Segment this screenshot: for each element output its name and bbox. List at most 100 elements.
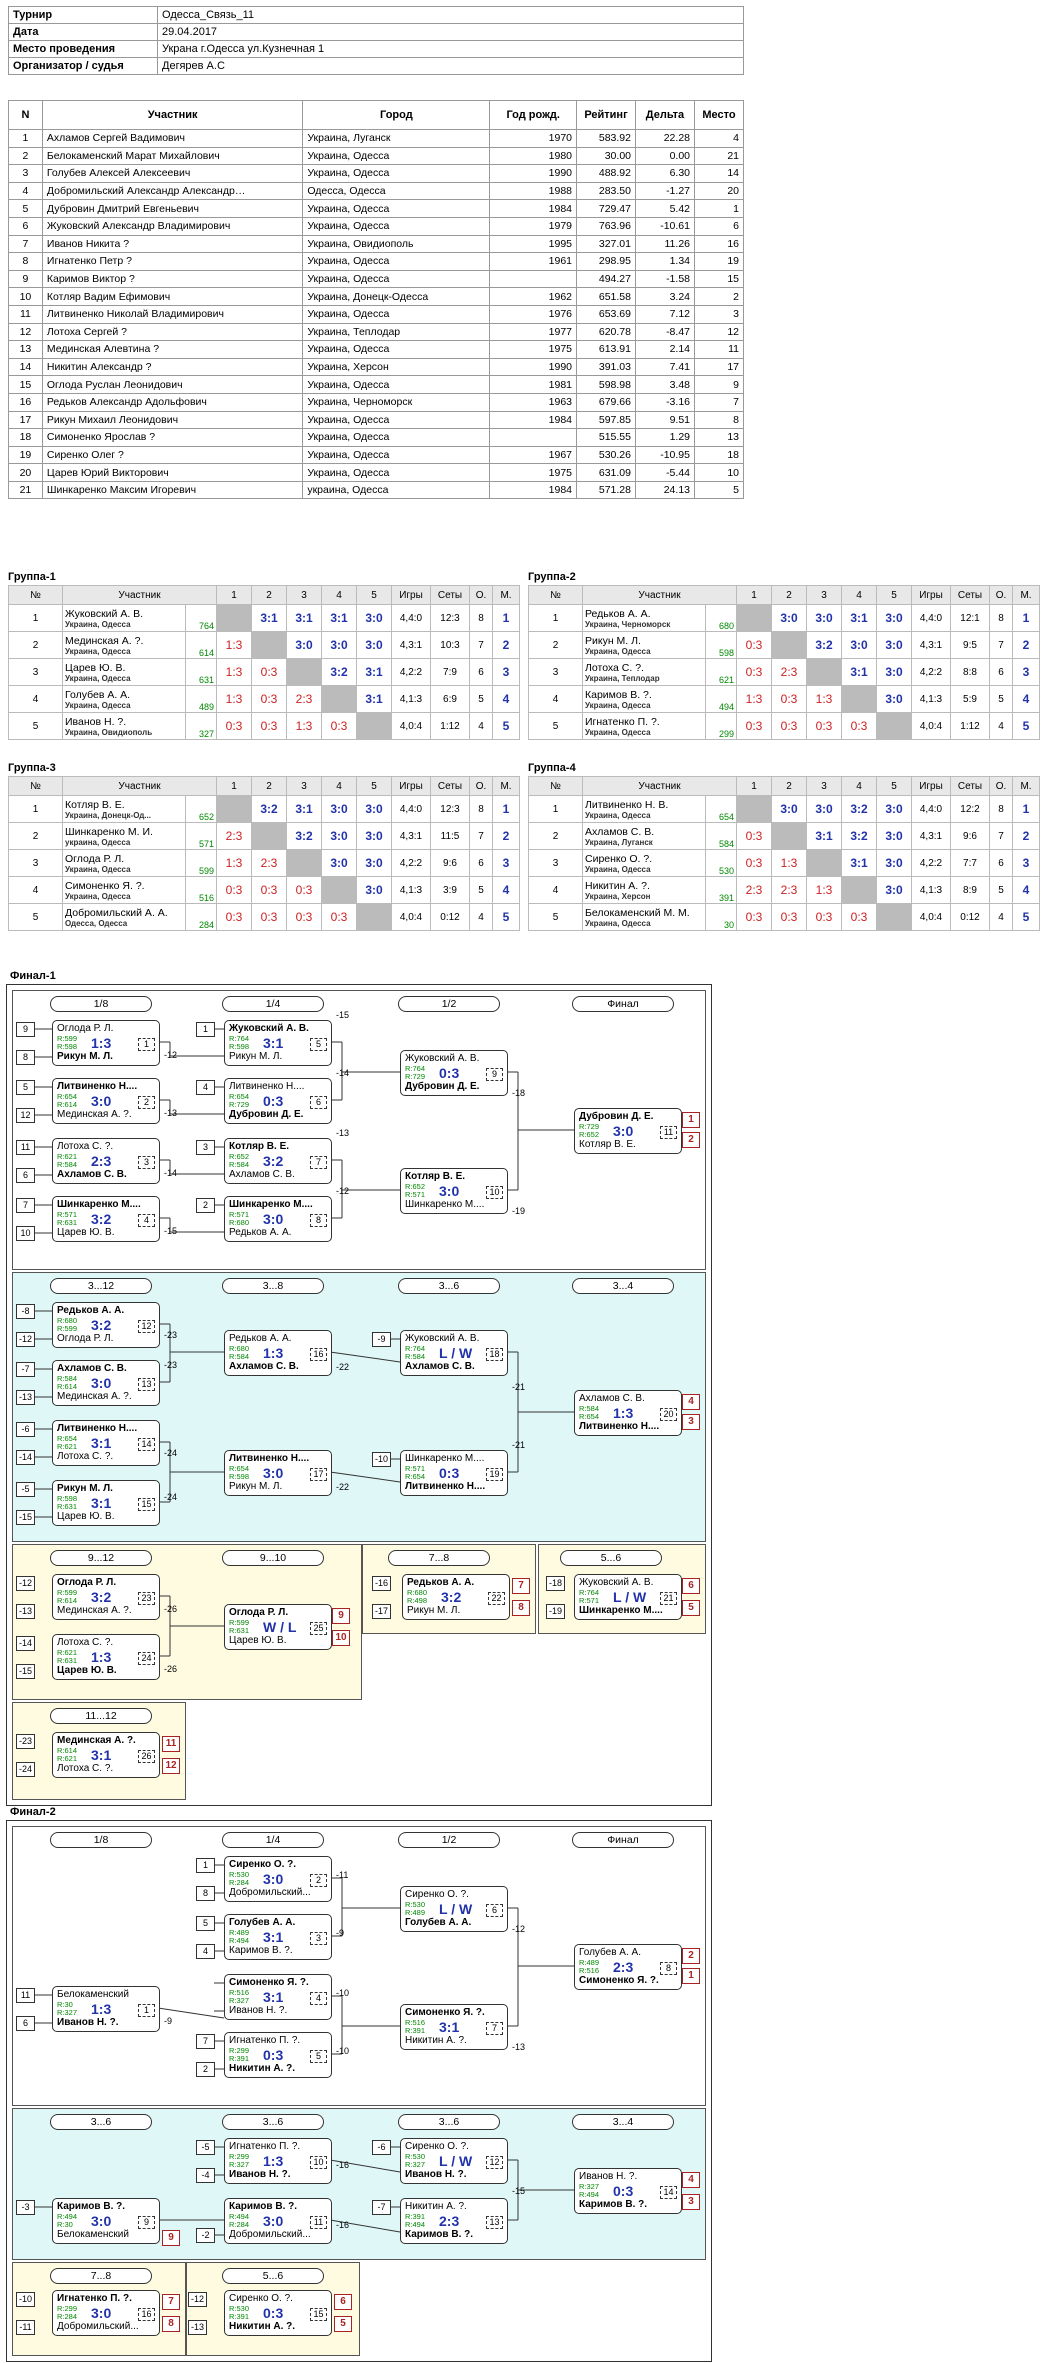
loser-ref: -15 — [164, 1226, 178, 1236]
match-number: 14 — [660, 2186, 677, 2199]
group-player-rating: 516 — [185, 876, 217, 904]
group-player-rating: 571 — [185, 822, 217, 850]
group-row: 2 Рикун М. Л. Украина, Одесса 598 0:3 3:2 3:0 3… — [528, 631, 1040, 659]
group-score: 0:3 — [251, 685, 287, 713]
seed-number: -3 — [16, 2200, 35, 2215]
match-box[interactable]: Голубев А. А. R:489 R:494 3:1 3 Каримов В. ?. — [224, 1914, 332, 1960]
match-box[interactable]: Редьков А. А. R:680 R:498 3:2 22 Рикун М. Л. — [402, 1574, 510, 1620]
player-cell: Украина, Донецк-Одесса — [302, 287, 491, 306]
match-box[interactable]: Литвиненко Н.... R:654 R:729 0:3 6 Дубровин Д… — [224, 1078, 332, 1124]
seed-number: -6 — [16, 1422, 35, 1437]
loser-ref: -24 — [164, 1448, 178, 1458]
match-box[interactable]: Оглода Р. Л. R:599 R:598 1:3 1 Рикун М. Л. — [52, 1020, 160, 1066]
match-box[interactable]: Дубровин Д. Е. R:729 R:652 3:0 11 Котляр В. Е… — [574, 1108, 682, 1154]
match-box[interactable]: Сиренко О. ?. R:530 R:489 L / W 6 Голубев А. … — [400, 1886, 508, 1932]
match-box[interactable]: Игнатенко П. ?. R:299 R:391 0:3 5 Никитин А. … — [224, 2032, 332, 2078]
match-box[interactable]: Котляр В. Е. R:652 R:571 3:0 10 Шинкаренко М.… — [400, 1168, 508, 1214]
match-box[interactable]: Жуковский А. В. R:764 R:584 L / W 18 Ахламов … — [400, 1330, 508, 1376]
group-score: 1:3 — [806, 685, 842, 713]
match-box[interactable]: Голубев А. А. R:489 R:516 2:3 8 Симоненко Я. … — [574, 1944, 682, 1990]
match-rating-bottom: R:631 — [229, 1626, 250, 1635]
match-box[interactable]: Шинкаренко М.... R:571 R:654 0:3 19 Литвиненк… — [400, 1450, 508, 1496]
match-rating-bottom: R:498 — [407, 1596, 428, 1605]
match-box[interactable]: Котляр В. Е. R:652 R:584 3:2 7 Ахламов С. В. — [224, 1138, 332, 1184]
seed-number: -19 — [546, 1604, 565, 1619]
group-place: 4 — [1012, 685, 1040, 713]
player-cell: Оглода Руслан Леонидович — [41, 375, 304, 394]
match-rating-bottom: R:516 — [579, 1966, 600, 1975]
player-row: 3 Голубев Алексей Алексеевич Украина, Одес… — [8, 164, 744, 183]
match-box[interactable]: Симоненко Я. ?. R:516 R:327 3:1 4 Иванов Н. ?… — [224, 1974, 332, 2020]
match-box[interactable]: Литвиненко Н.... R:654 R:621 3:1 14 Лотоха С.… — [52, 1420, 160, 1466]
group-games: 4,0:4 — [911, 903, 951, 931]
group-player-name: Лотоха С. ?. — [585, 661, 644, 674]
match-player-top: Ахламов С. В. — [57, 1363, 127, 1374]
group-score: 0:3 — [216, 876, 252, 904]
match-number: 21 — [660, 1592, 677, 1605]
group-row-num: 4 — [8, 685, 63, 713]
match-box[interactable]: Мединская А. ?. R:614 R:621 3:1 26 Лотоха С. … — [52, 1732, 160, 1778]
match-box[interactable]: Рикун М. Л. R:598 R:631 3:1 15 Царев Ю. В. — [52, 1480, 160, 1526]
match-number: 15 — [138, 1498, 155, 1511]
player-cell: 1 — [694, 199, 744, 218]
group-score: 0:3 — [321, 903, 357, 931]
loser-ref: -21 — [512, 1440, 526, 1450]
group-points: 7 — [989, 631, 1013, 659]
match-number: 18 — [486, 1348, 503, 1361]
match-box[interactable]: Литвиненко Н.... R:654 R:598 3:0 17 Рикун М. … — [224, 1450, 332, 1496]
group-points: 8 — [469, 795, 493, 823]
match-rating-bottom: R:494 — [229, 1936, 250, 1945]
group-points: 7 — [989, 822, 1013, 850]
match-box[interactable]: Иванов Н. ?. R:327 R:494 0:3 14 Каримов В. ?. — [574, 2168, 682, 2214]
group-row: 1 Жуковский А. В. Украина, Одесса 764 3:1 3:1… — [8, 604, 520, 632]
player-cell: Мединская Алевтина ? — [41, 340, 304, 359]
loser-ref: -14 — [336, 1068, 350, 1078]
match-box[interactable]: Белокаменский R:30 R:327 1:3 1 Иванов Н. ?. — [52, 1986, 160, 2032]
match-box[interactable]: Редьков А. А. R:680 R:584 1:3 16 Ахламов С. В… — [224, 1330, 332, 1376]
match-box[interactable]: Игнатенко П. ?. R:299 R:327 1:3 10 Иванов Н. … — [224, 2138, 332, 2184]
match-box[interactable]: Ахламов С. В. R:584 R:614 3:0 13 Мединская А.… — [52, 1360, 160, 1406]
match-box[interactable]: Лотоха С. ?. R:621 R:584 2:3 3 Ахламов С. В. — [52, 1138, 160, 1184]
match-player-bottom: Иванов Н. ?. — [405, 2169, 467, 2180]
seed-number: -15 — [16, 1664, 35, 1679]
group-score: 1:3 — [806, 876, 842, 904]
match-box[interactable]: Жуковский А. В. R:764 R:571 L / W 21 Шинкарен… — [574, 1574, 682, 1620]
final-place: 3 — [682, 2194, 700, 2210]
match-box[interactable]: Никитин А. ?. R:391 R:494 2:3 13 Каримов В. ?… — [400, 2198, 508, 2244]
match-box[interactable]: Ахламов С. В. R:584 R:654 1:3 20 Литвиненко Н… — [574, 1390, 682, 1436]
match-box[interactable]: Симоненко Я. ?. R:516 R:391 3:1 7 Никитин А. … — [400, 2004, 508, 2050]
match-box[interactable]: Литвиненко Н.... R:654 R:614 3:0 2 Мединская … — [52, 1078, 160, 1124]
group-sets: 7:7 — [950, 849, 990, 877]
match-box[interactable]: Редьков А. А. R:680 R:599 3:2 12 Оглода Р. Л. — [52, 1302, 160, 1348]
round-label: 1/4 — [222, 996, 324, 1012]
player-cell: 21 — [694, 146, 744, 166]
group-self-cell — [876, 903, 912, 931]
match-box[interactable]: Шинкаренко М.... R:571 R:631 3:2 4 Царев Ю. В… — [52, 1196, 160, 1242]
match-box[interactable]: Оглода Р. Л. R:599 R:631 W / L 25 Царев Ю. В. — [224, 1604, 332, 1650]
final-place: 7 — [512, 1578, 530, 1594]
match-box[interactable]: Шинкаренко М.... R:571 R:680 3:0 8 Редьков А.… — [224, 1196, 332, 1242]
match-box[interactable]: Жуковский А. В. R:764 R:729 0:3 9 Дубровин Д.… — [400, 1050, 508, 1096]
group-player-name: Рикун М. Л. — [585, 634, 641, 647]
match-box[interactable]: Каримов В. ?. R:494 R:284 3:0 11 Добромильски… — [224, 2198, 332, 2244]
final-1-title: Финал-1 — [10, 970, 56, 982]
match-box[interactable]: Жуковский А. В. R:764 R:598 3:1 5 Рикун М. Л. — [224, 1020, 332, 1066]
match-box[interactable]: Каримов В. ?. R:494 R:30 3:0 9 Белокаменский — [52, 2198, 160, 2244]
match-box[interactable]: Игнатенко П. ?. R:299 R:284 3:0 16 Добромильс… — [52, 2290, 160, 2336]
group-row-num: 2 — [528, 822, 583, 850]
player-cell: 18 — [8, 428, 43, 447]
match-box[interactable]: Сиренко О. ?. R:530 R:327 L / W 12 Иванов Н. … — [400, 2138, 508, 2184]
final-place: 10 — [332, 1630, 350, 1646]
seed-number: 12 — [16, 1108, 35, 1123]
match-box[interactable]: Сиренко О. ?. R:530 R:391 0:3 15 Никитин А. ?… — [224, 2290, 332, 2336]
match-rating-bottom: R:327 — [229, 1996, 250, 2005]
final-place: 5 — [682, 1600, 700, 1616]
match-box[interactable]: Сиренко О. ?. R:530 R:284 3:0 2 Добромильский… — [224, 1856, 332, 1902]
tournament-info-table: Турнир Одесса_Связь_11 Дата 29.04.2017 Место… — [8, 6, 744, 75]
group-col-header: Игры — [391, 585, 431, 605]
group-col-header: № — [8, 585, 63, 605]
match-box[interactable]: Оглода Р. Л. R:599 R:614 3:2 23 Мединская А. … — [52, 1574, 160, 1620]
final-place: 3 — [682, 1414, 700, 1430]
match-box[interactable]: Лотоха С. ?. R:621 R:631 1:3 24 Царев Ю. В. — [52, 1634, 160, 1680]
group-player: Редьков А. А. Украина, Черноморск — [582, 604, 706, 632]
